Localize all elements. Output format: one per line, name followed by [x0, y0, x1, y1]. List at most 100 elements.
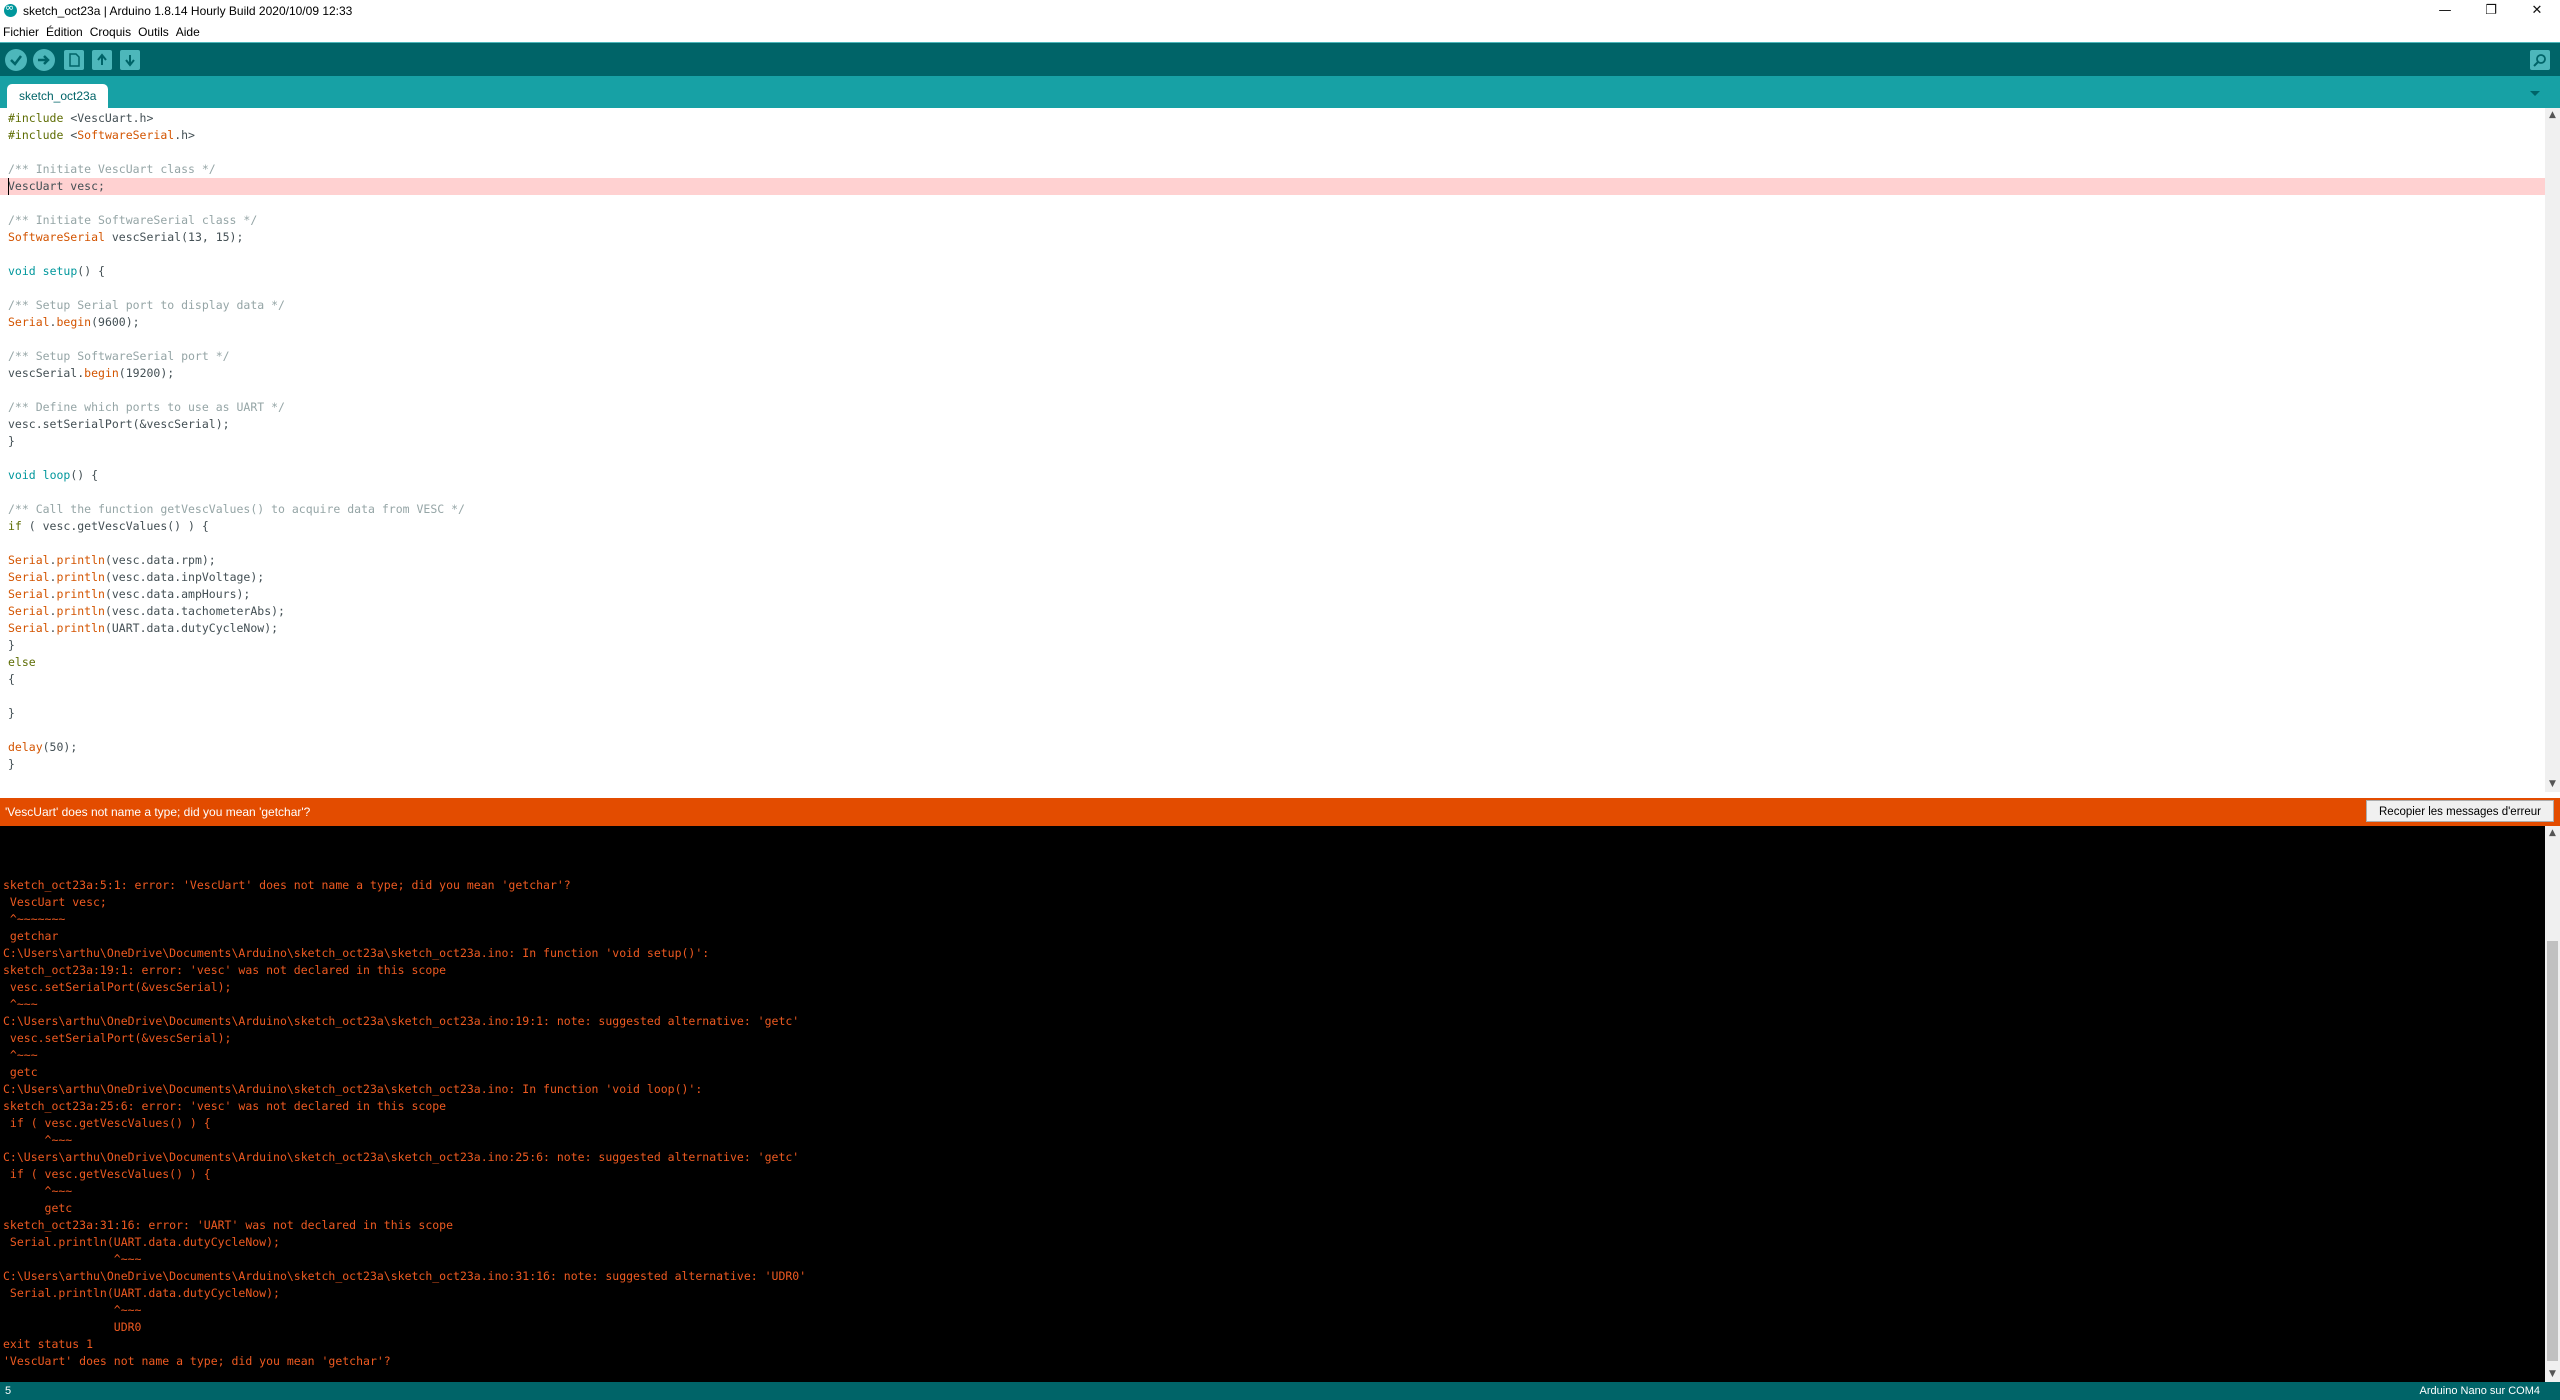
menu-bar: Fichier Édition Croquis Outils Aide — [0, 21, 2560, 42]
open-icon — [97, 53, 107, 65]
scrollbar-thumb[interactable] — [2547, 941, 2558, 1361]
console-line: getchar — [3, 929, 59, 943]
code-line: /** Initiate VescUart class */ — [8, 161, 216, 178]
restore-button[interactable]: ❐ — [2468, 0, 2514, 21]
verify-button[interactable] — [5, 49, 27, 71]
code-token: #include — [8, 128, 71, 142]
console-line: C:\Users\arthu\OneDrive\Documents\Arduin… — [3, 1014, 800, 1028]
tab-menu-button[interactable] — [2527, 86, 2543, 102]
code-line: } — [8, 637, 15, 654]
upload-icon — [38, 55, 50, 65]
save-sketch-button[interactable] — [120, 50, 140, 70]
menu-aide[interactable]: Aide — [173, 25, 203, 39]
upload-button[interactable] — [33, 49, 55, 71]
console-line: ^~~~ — [3, 997, 38, 1011]
console-output[interactable]: sketch_oct23a:5:1: error: 'VescUart' doe… — [0, 826, 2545, 1382]
code-token: } — [8, 638, 15, 652]
code-line: /** Initiate SoftwareSerial class */ — [8, 212, 257, 229]
close-button[interactable]: ✕ — [2514, 0, 2560, 21]
scroll-down-icon[interactable]: ▼ — [2545, 777, 2560, 792]
code-token: (vesc.data.tachometerAbs); — [104, 604, 285, 618]
error-line-highlight — [0, 178, 2545, 195]
serial-monitor-button[interactable] — [2530, 50, 2550, 70]
code-token: (vesc.data.rpm); — [104, 553, 216, 567]
code-line: Serial.println(vesc.data.inpVoltage); — [8, 569, 264, 586]
code-token: delay — [8, 740, 43, 754]
console-line: VescUart vesc; — [3, 895, 107, 909]
code-token: println — [56, 587, 105, 601]
tab-bar: sketch_oct23a — [0, 76, 2560, 108]
copy-errors-button[interactable]: Recopier les messages d'erreur — [2366, 800, 2554, 822]
code-token: println — [56, 570, 105, 584]
code-line: void loop() { — [8, 467, 98, 484]
menu-edition[interactable]: Édition — [43, 25, 86, 39]
code-token: .h> — [174, 128, 195, 142]
code-line: } — [8, 705, 15, 722]
menu-fichier[interactable]: Fichier — [0, 25, 42, 39]
editor-scrollbar[interactable]: ▲ ▼ — [2545, 108, 2560, 792]
code-token: println — [56, 553, 105, 567]
code-token: (50); — [42, 740, 78, 754]
console-line: sketch_oct23a:19:1: error: 'vesc' was no… — [3, 963, 447, 977]
code-line: } — [8, 756, 15, 773]
code-token: /** Call the function getVescValues() to… — [8, 502, 465, 516]
new-icon — [69, 53, 80, 67]
code-token: <VescUart.h> — [70, 111, 154, 125]
code-token: () { — [70, 468, 99, 482]
console-line: C:\Users\arthu\OneDrive\Documents\Arduin… — [3, 946, 710, 960]
scroll-up-icon[interactable]: ▲ — [2545, 826, 2560, 841]
console-line: if ( vesc.getVescValues() ) { — [3, 1116, 211, 1130]
code-line: Serial.println(vesc.data.tachometerAbs); — [8, 603, 285, 620]
code-line: delay(50); — [8, 739, 77, 756]
code-line: #include <SoftwareSerial.h> — [8, 127, 195, 144]
minimize-button[interactable]: — — [2422, 0, 2468, 21]
code-token: /** Initiate SoftwareSerial class */ — [8, 213, 258, 227]
code-token: (vesc.data.inpVoltage); — [104, 570, 265, 584]
code-token: void — [8, 468, 36, 482]
title-bar: sketch_oct23a | Arduino 1.8.14 Hourly Bu… — [0, 0, 2560, 21]
scroll-up-icon[interactable]: ▲ — [2545, 108, 2560, 123]
open-sketch-button[interactable] — [92, 50, 112, 70]
code-token: vesc.setSerialPort(&vescSerial); — [8, 417, 230, 431]
scroll-down-icon[interactable]: ▼ — [2545, 1367, 2560, 1382]
console-scrollbar[interactable]: ▲ ▼ — [2545, 826, 2560, 1382]
new-sketch-button[interactable] — [64, 50, 84, 70]
code-token: begin — [84, 366, 119, 380]
code-line: Serial.println(vesc.data.ampHours); — [8, 586, 250, 603]
console-line: getc — [3, 1065, 38, 1079]
window-controls: — ❐ ✕ — [2422, 0, 2560, 21]
text-caret — [8, 178, 9, 195]
board-port-info: Arduino Nano sur COM4 — [2419, 1385, 2540, 1397]
code-line: VescUart vesc; — [8, 178, 105, 195]
code-line: Serial.println(vesc.data.rpm); — [8, 552, 216, 569]
code-token: void — [8, 264, 36, 278]
console-line: Serial.println(UART.data.dutyCycleNow); — [3, 1286, 280, 1300]
tab-sketch[interactable]: sketch_oct23a — [7, 84, 109, 108]
menu-outils[interactable]: Outils — [135, 25, 172, 39]
console-line: sketch_oct23a:31:16: error: 'UART' was n… — [3, 1218, 454, 1232]
console-line: ^~~~ — [3, 1184, 73, 1198]
save-icon — [125, 55, 135, 67]
code-token: Serial — [8, 621, 50, 635]
code-token: Serial — [8, 570, 50, 584]
code-token: (9600); — [91, 315, 140, 329]
code-line: /** Call the function getVescValues() to… — [8, 501, 465, 518]
code-token: if — [8, 519, 22, 533]
code-token: } — [8, 434, 15, 448]
code-token: { — [8, 672, 15, 686]
code-line: if ( vesc.getVescValues() ) { — [8, 518, 209, 535]
menu-croquis[interactable]: Croquis — [87, 25, 134, 39]
code-token: loop — [42, 468, 71, 482]
code-token: (UART.data.dutyCycleNow); — [104, 621, 279, 635]
console-line: sketch_oct23a:25:6: error: 'vesc' was no… — [3, 1099, 447, 1113]
code-line: /** Setup SoftwareSerial port */ — [8, 348, 230, 365]
code-token: Serial — [8, 553, 50, 567]
code-token: #include — [8, 111, 71, 125]
arduino-logo-icon — [4, 1, 17, 17]
console-line: UDR0 — [3, 1320, 142, 1334]
console-line: if ( vesc.getVescValues() ) { — [3, 1167, 211, 1181]
code-editor[interactable]: #include <VescUart.h> #include <SoftwareS… — [0, 108, 2545, 792]
console-line: 'VescUart' does not name a type; did you… — [3, 1354, 391, 1368]
magnifier-icon — [2533, 54, 2546, 67]
console-line: sketch_oct23a:5:1: error: 'VescUart' doe… — [3, 878, 571, 892]
